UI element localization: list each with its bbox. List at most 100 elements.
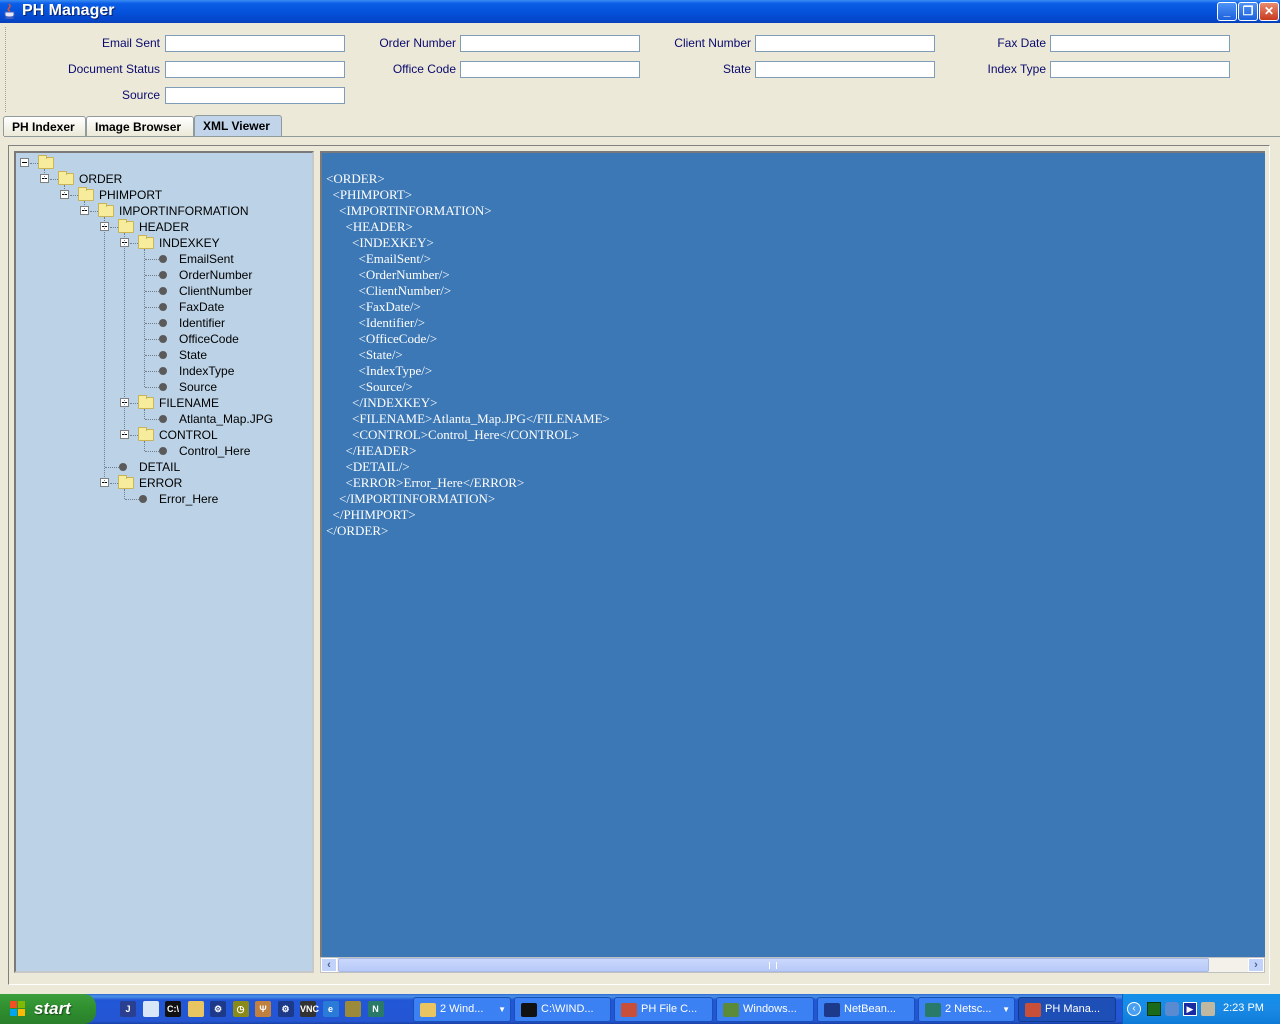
main-frame: Email Sent Order Number Client Number Fa… — [0, 23, 1280, 994]
tree-node[interactable]: HEADER — [16, 219, 312, 235]
toolbar-grip[interactable] — [5, 27, 7, 112]
scrollbar-thumb[interactable] — [338, 958, 1209, 972]
taskbar-button-label: NetBean... — [844, 1003, 896, 1015]
close-icon: ✕ — [1263, 4, 1275, 18]
clock-app-icon[interactable]: ◷ — [232, 1001, 249, 1017]
tab-xml-viewer[interactable]: XML Viewer — [194, 115, 282, 137]
folder-icon — [58, 171, 74, 185]
tree-connector — [130, 403, 138, 404]
tree-node[interactable]: Source — [16, 379, 312, 395]
tree-node[interactable]: OfficeCode — [16, 331, 312, 347]
xml-line: <Identifier/> — [326, 315, 426, 330]
netbeans-icon[interactable]: ⚙ — [210, 1001, 226, 1017]
internet-explorer-icon[interactable]: e — [322, 1001, 339, 1017]
app-icon[interactable] — [345, 1001, 361, 1017]
tree-connector — [145, 259, 159, 260]
tree-connector — [145, 387, 159, 388]
tree-node[interactable]: IMPORTINFORMATION — [16, 203, 312, 219]
netbeans-icon-2[interactable]: ⚙ — [277, 1001, 294, 1017]
horizontal-scrollbar[interactable]: ‹ › — [320, 957, 1265, 973]
tab-ph-indexer[interactable]: PH Indexer — [3, 116, 86, 136]
leaf-node-icon — [159, 367, 167, 375]
taskbar-button[interactable]: PH File C... — [614, 997, 713, 1022]
tree-connector — [145, 371, 159, 372]
xml-line: <OfficeCode/> — [326, 331, 438, 346]
xml-line: <FILENAME>Atlanta_Map.JPG</FILENAME> — [326, 411, 610, 426]
fax-date-input[interactable] — [1050, 35, 1230, 52]
tree-node[interactable]: Identifier — [16, 315, 312, 331]
scroll-right-button[interactable]: › — [1248, 958, 1264, 972]
xml-text-area[interactable]: <ORDER> <PHIMPORT> <IMPORTINFORMATION> <… — [320, 151, 1265, 957]
taskbar-button[interactable]: Windows... — [716, 997, 814, 1022]
window-title: PH Manager — [22, 2, 115, 19]
server-icon[interactable] — [1201, 1002, 1215, 1016]
network-icon[interactable] — [1165, 1002, 1179, 1016]
xml-line: <ERROR>Error_Here</ERROR> — [326, 475, 525, 490]
tree-node[interactable]: ClientNumber — [16, 283, 312, 299]
source-input[interactable] — [165, 87, 345, 104]
clock[interactable]: 2:23 PM — [1223, 1002, 1264, 1014]
tree-node[interactable]: FaxDate — [16, 299, 312, 315]
tree-node[interactable]: Atlanta_Map.JPG — [16, 411, 312, 427]
folder-icon[interactable] — [187, 1001, 204, 1017]
tree-node[interactable]: DETAIL — [16, 459, 312, 475]
tree-node[interactable]: EmailSent — [16, 251, 312, 267]
collapse-toggle-icon[interactable] — [20, 158, 29, 167]
start-button[interactable]: start — [0, 994, 96, 1024]
document-status-label: Document Status — [67, 62, 160, 76]
tool-icon[interactable]: Ψ — [255, 1001, 271, 1017]
tree-node[interactable]: FILENAME — [16, 395, 312, 411]
computer-icon — [723, 1003, 739, 1017]
tree-connector — [145, 275, 159, 276]
leaf-node-icon — [159, 351, 167, 359]
tree-node[interactable]: INDEXKEY — [16, 235, 312, 251]
xml-line: <CONTROL>Control_Here</CONTROL> — [326, 427, 580, 442]
tree-node[interactable]: ERROR — [16, 475, 312, 491]
tree-node[interactable]: IndexType — [16, 363, 312, 379]
minimize-icon: _ — [1223, 4, 1231, 18]
tree-node[interactable]: ORDER — [16, 171, 312, 187]
xml-line: <IMPORTINFORMATION> — [326, 203, 492, 218]
tab-label: PH Indexer — [12, 120, 75, 134]
tree-node[interactable]: Error_Here — [16, 491, 312, 507]
taskbar-button[interactable]: 2 Wind... ▼ — [413, 997, 511, 1022]
maximize-button[interactable]: ❐ — [1238, 2, 1258, 21]
tab-image-browser[interactable]: Image Browser — [86, 116, 194, 136]
minimize-button[interactable]: _ — [1217, 2, 1237, 21]
vnc-icon[interactable]: VNC — [300, 1001, 319, 1017]
notepad-icon[interactable] — [142, 1001, 159, 1017]
system-tray: ‹ ▶ 2:23 PM — [1122, 994, 1280, 1024]
xml-viewer-panel: ORDER PHIMPORT IMPORTINFORMATION HEADER INDE… — [4, 136, 1280, 988]
tree-connector — [105, 467, 119, 468]
netscape-icon[interactable]: N — [367, 1001, 384, 1017]
tree-node[interactable]: Control_Here — [16, 443, 312, 459]
tab-label: XML Viewer — [203, 119, 270, 133]
leaf-node-icon — [159, 271, 167, 279]
java-icon[interactable]: J — [120, 1001, 136, 1017]
tree-node[interactable]: State — [16, 347, 312, 363]
media-icon[interactable]: ▶ — [1183, 1002, 1197, 1016]
chevron-right-icon: › — [1254, 959, 1258, 971]
folder-icon — [420, 1003, 436, 1017]
tree-node[interactable] — [16, 155, 312, 171]
taskbar-button[interactable]: PH Mana... — [1018, 997, 1116, 1022]
taskbar-button[interactable]: C:\WIND... — [514, 997, 611, 1022]
tree-node-label: FILENAME — [159, 396, 220, 410]
leaf-node-icon — [159, 383, 167, 391]
index-type-input[interactable] — [1050, 61, 1230, 78]
scroll-left-button[interactable]: ‹ — [321, 958, 337, 972]
show-hidden-icon[interactable]: ‹ — [1127, 1002, 1141, 1016]
tree-node[interactable]: CONTROL — [16, 427, 312, 443]
tree-node[interactable]: OrderNumber — [16, 267, 312, 283]
tree-node-label: Source — [179, 380, 218, 394]
xml-tree[interactable]: ORDER PHIMPORT IMPORTINFORMATION HEADER INDE… — [14, 151, 314, 973]
close-button[interactable]: ✕ — [1259, 2, 1279, 21]
title-bar[interactable]: PH Manager _ ❐ ✕ — [0, 0, 1280, 23]
cmd-icon[interactable]: C:\ — [165, 1001, 181, 1017]
java-cup-icon — [4, 3, 15, 19]
tree-connector — [30, 163, 38, 164]
taskbar-button[interactable]: NetBean... — [817, 997, 915, 1022]
monitor-icon[interactable] — [1147, 1002, 1161, 1016]
taskbar-button[interactable]: 2 Netsc... ▼ — [918, 997, 1015, 1022]
tree-node[interactable]: PHIMPORT — [16, 187, 312, 203]
